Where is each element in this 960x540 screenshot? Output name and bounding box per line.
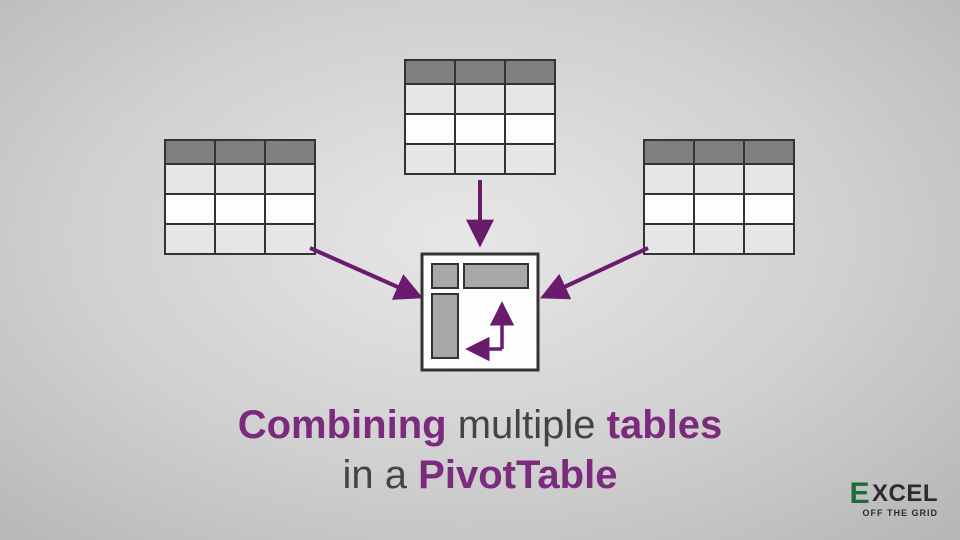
brand-logo: EXCEL OFF THE GRID: [849, 482, 938, 518]
source-table-right: [644, 140, 794, 254]
arrow-right: [545, 248, 648, 296]
source-table-center: [405, 60, 555, 174]
arrow-left: [310, 248, 418, 296]
diagram-svg: [0, 0, 960, 540]
pivot-box: [422, 254, 538, 370]
source-table-left: [165, 140, 315, 254]
logo-rest: XCEL: [872, 482, 938, 506]
logo-tagline: OFF THE GRID: [849, 509, 938, 518]
slide-canvas: Combining multiple tables in a PivotTabl…: [0, 0, 960, 540]
logo-letter-e: E: [849, 482, 870, 506]
